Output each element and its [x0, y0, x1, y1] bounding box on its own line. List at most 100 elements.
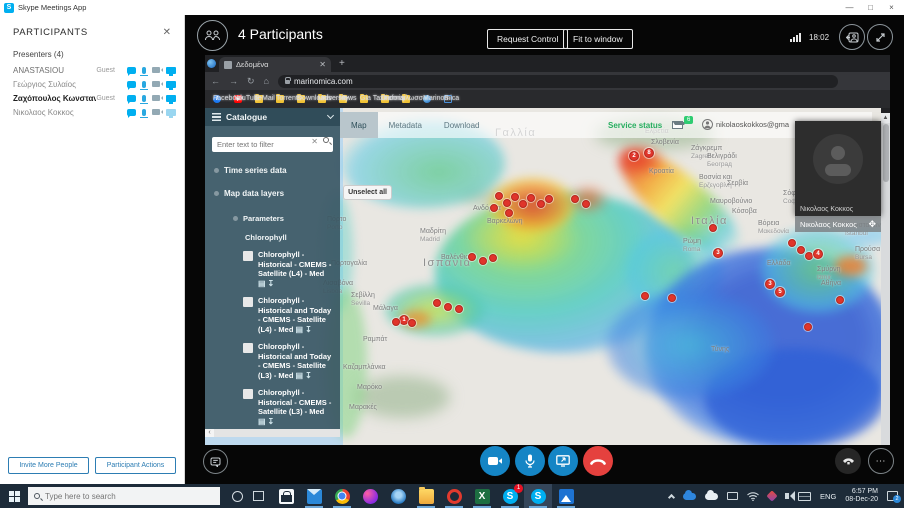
station-marker[interactable] [503, 199, 511, 207]
station-marker[interactable] [788, 239, 796, 247]
mic-icon[interactable] [140, 94, 148, 104]
service-status-link[interactable]: Service status [608, 121, 662, 130]
layer-checkbox[interactable] [243, 343, 253, 353]
hang-up-button[interactable] [583, 446, 613, 476]
screen-share-icon[interactable] [166, 80, 176, 90]
bookmark-item[interactable]: Torrents [276, 93, 301, 103]
im-icon[interactable] [127, 108, 136, 118]
back-icon[interactable]: ← [211, 76, 220, 86]
fullscreen-button[interactable] [867, 24, 893, 50]
scrollbar-thumb[interactable] [882, 124, 889, 182]
wifi-icon[interactable] [747, 491, 759, 501]
share-screen-button[interactable] [548, 446, 578, 476]
onedrive-icon[interactable] [683, 489, 697, 500]
more-options-button[interactable]: ⋯ [868, 448, 894, 474]
layer-label[interactable]: Chlorophyll - Historical and Today - CME… [258, 342, 332, 380]
station-marker[interactable]: 4 [813, 249, 823, 259]
mic-icon[interactable] [140, 66, 148, 76]
phone-button[interactable] [835, 448, 861, 474]
language-indicator[interactable]: ENG [820, 492, 836, 501]
station-marker[interactable] [797, 246, 805, 254]
station-marker[interactable] [571, 195, 579, 203]
action-center-icon[interactable]: 2 [887, 491, 901, 503]
browser-tab[interactable]: Δεδομένα ✕ [219, 57, 331, 72]
taskbar-app-settings[interactable] [384, 484, 412, 508]
screen-share-icon[interactable] [166, 66, 176, 76]
task-view-button[interactable] [253, 491, 264, 501]
station-marker[interactable] [455, 305, 463, 313]
self-video-tile[interactable]: Νικολαος Κοκκος [795, 121, 881, 216]
layer-label[interactable]: Chlorophyll - Historical - CMEMS - Satel… [258, 388, 332, 426]
bookmark-item[interactable]: Marinomica [423, 95, 459, 103]
bookmark-item[interactable]: Downloads [297, 93, 332, 103]
taskbar-app-explorer[interactable] [412, 484, 440, 508]
taskbar-search-input[interactable] [45, 491, 195, 501]
bookmark-item[interactable]: Facebook [213, 95, 244, 103]
camera-button[interactable] [480, 446, 510, 476]
screen-share-icon[interactable] [166, 94, 176, 104]
tree-parameters[interactable]: Parameters [233, 214, 340, 223]
station-marker[interactable] [519, 200, 527, 208]
request-control-button[interactable]: Request Control [487, 29, 569, 49]
video-tile-name-bar[interactable]: Νικολαος Κοκκος ✥ [795, 216, 881, 232]
move-tile-icon[interactable]: ✥ [868, 219, 876, 230]
station-marker[interactable] [444, 303, 452, 311]
participant-actions-button[interactable]: Participant Actions [95, 457, 176, 474]
station-marker[interactable] [495, 192, 503, 200]
invite-more-people-button[interactable]: Invite More People [8, 457, 89, 474]
scroll-up-icon[interactable]: ▲ [881, 113, 890, 123]
screen-share-icon[interactable] [166, 108, 176, 118]
station-marker[interactable] [408, 319, 416, 327]
clock[interactable]: 6:57 PM 08-Dec-20 [845, 488, 878, 504]
camera-icon[interactable] [152, 109, 163, 115]
mic-icon[interactable] [140, 80, 148, 90]
sidebar-hscrollbar[interactable]: ‹ [205, 429, 340, 437]
station-marker[interactable] [479, 257, 487, 265]
bookmark-item[interactable]: YouTube [234, 95, 262, 103]
taskbar-app-excel[interactable] [468, 484, 496, 508]
station-marker[interactable] [433, 299, 441, 307]
taskbar-app-opera[interactable] [440, 484, 468, 508]
camera-icon[interactable] [152, 67, 163, 73]
bookmark-item[interactable]: Diafora [381, 93, 404, 103]
chlorophyll-category[interactable]: Chlorophyll [245, 233, 340, 242]
layer-checkbox[interactable] [243, 251, 253, 261]
taskbar-app-store[interactable] [272, 484, 300, 508]
clear-filter-icon[interactable]: ✕ [311, 137, 318, 146]
new-tab-button[interactable]: + [339, 58, 345, 69]
station-marker[interactable]: 3 [713, 248, 723, 258]
taskbar-app-paint3d[interactable] [356, 484, 384, 508]
taskbar-search[interactable] [28, 487, 220, 505]
tree-time-series[interactable]: Time series data [214, 166, 340, 175]
pop-in-video-button[interactable] [839, 24, 865, 50]
unselect-all-button[interactable]: Unselect all [343, 185, 392, 200]
antivirus-icon[interactable] [766, 490, 778, 502]
taskbar-app-skype-business[interactable]: 1 [496, 484, 524, 508]
map-and-download-icons[interactable]: ▤↧ [258, 279, 276, 288]
station-marker[interactable] [392, 318, 400, 326]
close-button[interactable]: × [881, 0, 902, 15]
tree-map-data-layers[interactable]: Map data layers Unselect all [214, 185, 392, 200]
home-icon[interactable]: ⌂ [264, 76, 269, 86]
touch-keyboard-icon[interactable] [798, 491, 812, 501]
maximize-button[interactable]: □ [860, 0, 881, 15]
forward-icon[interactable]: → [229, 76, 238, 86]
layer-label[interactable]: Chlorophyll - Historical and Today - CME… [258, 296, 332, 334]
station-marker[interactable] [489, 254, 497, 262]
layer-checkbox[interactable] [243, 297, 253, 307]
station-marker[interactable] [805, 252, 813, 260]
im-icon[interactable] [127, 80, 136, 90]
station-marker[interactable] [511, 193, 519, 201]
map-and-download-icons[interactable]: ▤↧ [296, 371, 314, 380]
chat-button[interactable] [203, 449, 228, 474]
start-button[interactable] [0, 484, 28, 508]
account-menu[interactable]: nikolaoskokkos@gma [702, 119, 790, 130]
im-icon[interactable] [127, 94, 136, 104]
taskbar-app-mail[interactable] [300, 484, 328, 508]
station-marker[interactable]: 8 [644, 148, 654, 158]
station-marker[interactable]: 2 [629, 151, 639, 161]
search-icon[interactable] [323, 137, 329, 143]
map-and-download-icons[interactable]: ▤↧ [296, 325, 314, 334]
station-marker[interactable] [668, 294, 676, 302]
station-marker[interactable] [709, 224, 717, 232]
